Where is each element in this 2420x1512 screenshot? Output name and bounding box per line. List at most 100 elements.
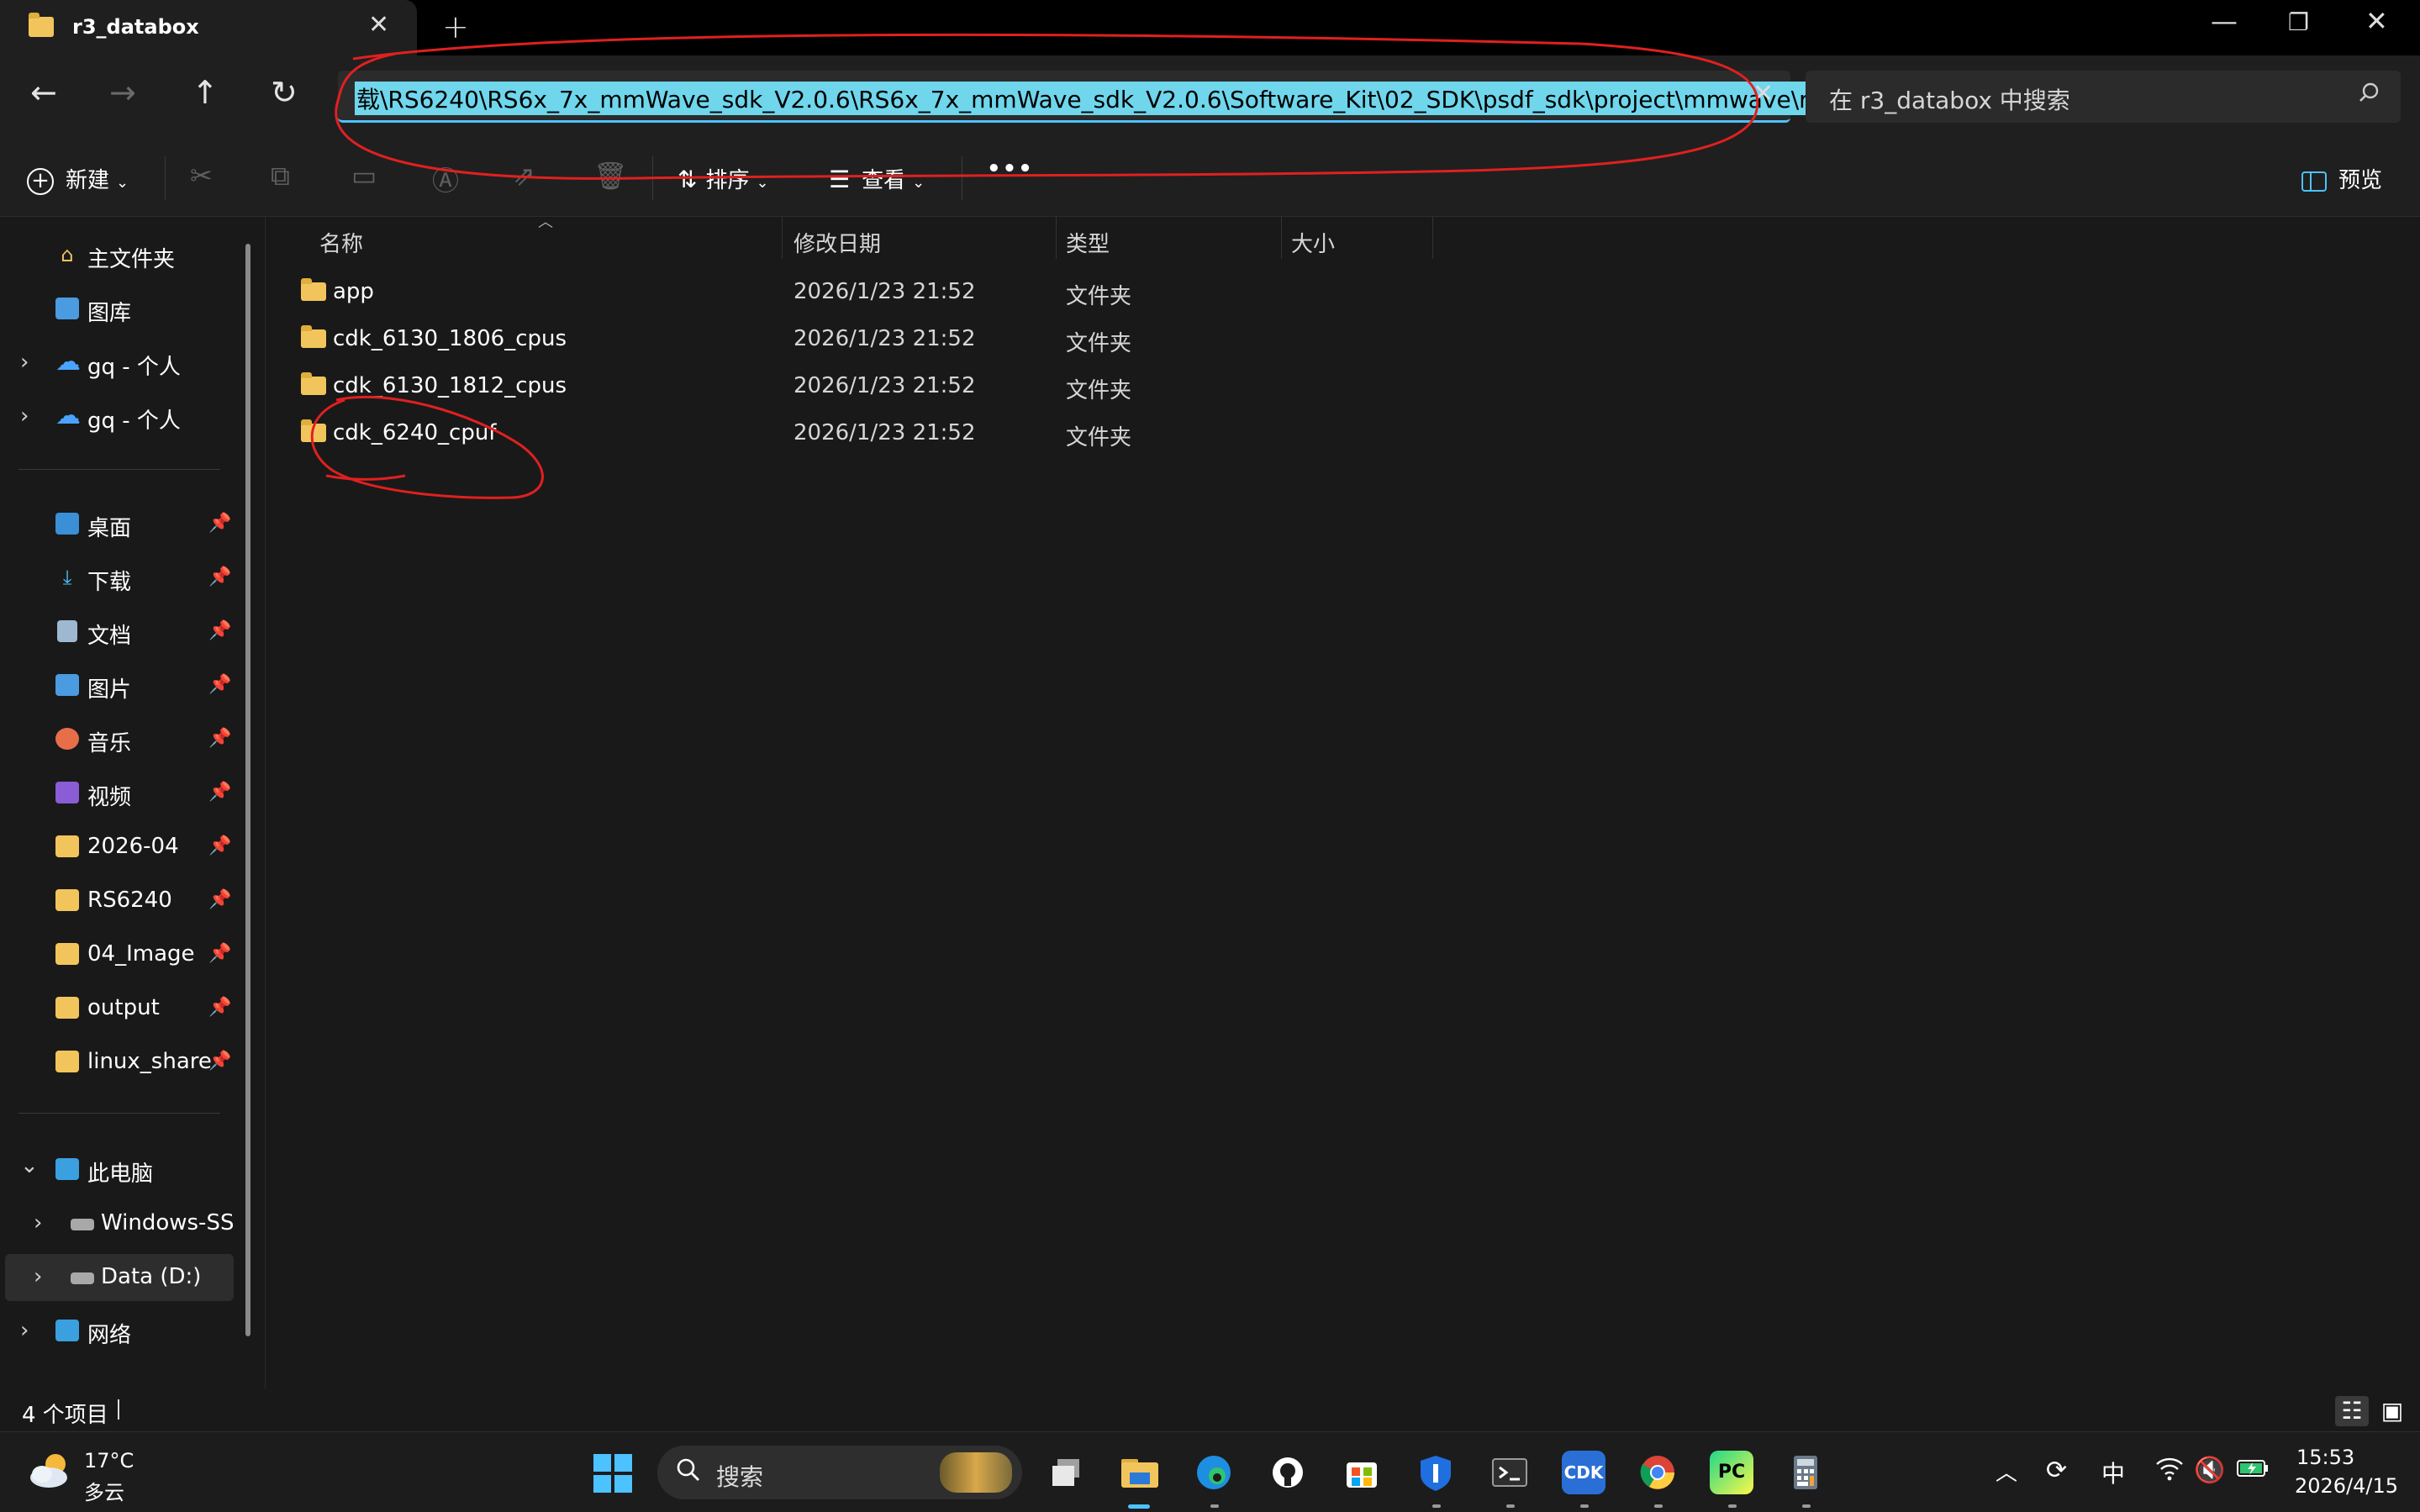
battery-charging-icon[interactable] bbox=[2236, 1456, 2270, 1486]
sidebar-item-videos[interactable]: 视频 📌 bbox=[0, 770, 244, 817]
tab-r3-databox[interactable]: r3_databox ✕ bbox=[0, 0, 417, 55]
paste-icon[interactable]: ▭ bbox=[351, 160, 377, 192]
column-divider[interactable] bbox=[1056, 217, 1057, 259]
chevron-right-icon[interactable]: › bbox=[20, 350, 29, 375]
table-row[interactable]: cdk_6130_1806_cpus 2026/1/23 21:52 文件夹 bbox=[267, 316, 1444, 363]
sort-button[interactable]: ⇅ 排序 ⌄ bbox=[677, 163, 769, 194]
maximize-button[interactable]: ❐ bbox=[2288, 8, 2309, 36]
delete-icon[interactable]: 🗑 bbox=[593, 160, 628, 192]
sidebar-item-music[interactable]: 音乐 📌 bbox=[0, 716, 244, 763]
sidebar-item-onedrive-1[interactable]: › ☁ gq - 个人 bbox=[0, 340, 244, 387]
security-app-icon[interactable] bbox=[1414, 1451, 1458, 1494]
column-header-size[interactable]: 大小 bbox=[1291, 227, 1335, 258]
minimize-button[interactable]: — bbox=[2211, 5, 2238, 37]
sidebar-item-windows-ssd[interactable]: › Windows-SSD bbox=[0, 1200, 244, 1247]
chevron-right-icon[interactable]: › bbox=[20, 403, 29, 429]
calculator-icon[interactable] bbox=[1784, 1451, 1827, 1494]
pycharm-icon[interactable]: PC bbox=[1710, 1451, 1753, 1494]
sidebar-item-gallery[interactable]: 图库 bbox=[0, 286, 244, 333]
sidebar-item-this-pc[interactable]: ⌄ 此电脑 bbox=[0, 1146, 244, 1193]
sidebar-item-home[interactable]: ⌂ 主文件夹 bbox=[0, 232, 244, 279]
file-explorer-icon[interactable] bbox=[1118, 1451, 1162, 1494]
sidebar-item-linux-share[interactable]: linux_share 📌 bbox=[0, 1039, 244, 1086]
chrome-browser-icon[interactable] bbox=[1636, 1451, 1679, 1494]
sidebar-item-desktop[interactable]: 桌面 📌 bbox=[0, 501, 244, 548]
sidebar-item-rs6240[interactable]: RS6240 📌 bbox=[0, 877, 244, 925]
column-header-date[interactable]: 修改日期 bbox=[793, 227, 881, 258]
sidebar-scrollbar[interactable] bbox=[245, 244, 250, 1336]
address-bar[interactable]: 载\RS6240\RS6x_7x_mmWave_sdk_V2.0.6\RS6x_… bbox=[338, 71, 1933, 123]
sidebar-item-documents[interactable]: 文档 📌 bbox=[0, 608, 244, 656]
cdk-app-icon[interactable]: CDK bbox=[1562, 1451, 1605, 1494]
file-type: 文件夹 bbox=[1066, 331, 1132, 356]
edge-browser-icon[interactable] bbox=[1192, 1451, 1236, 1494]
sync-icon[interactable]: ⟳ bbox=[2046, 1456, 2067, 1485]
github-icon[interactable] bbox=[1266, 1451, 1310, 1494]
share-icon[interactable]: ⇗ bbox=[513, 160, 535, 192]
sidebar-item-data-d[interactable]: › Data (D:) bbox=[5, 1254, 234, 1301]
weather-cloudy-icon[interactable] bbox=[27, 1451, 74, 1491]
sidebar-item-pictures[interactable]: 图片 📌 bbox=[0, 662, 244, 709]
rename-icon[interactable]: Ⓐ bbox=[432, 160, 459, 198]
sidebar-item-network[interactable]: › 网络 bbox=[0, 1308, 244, 1355]
new-tab-button[interactable]: + bbox=[442, 8, 469, 45]
view-button[interactable]: ☰ 查看 ⌄ bbox=[829, 163, 925, 194]
folder-icon bbox=[301, 419, 326, 442]
sidebar-item-label: 图片 bbox=[87, 677, 132, 703]
sidebar-item-04-image[interactable]: 04_Image 📌 bbox=[0, 931, 244, 978]
column-header-name[interactable]: 名称 bbox=[319, 227, 363, 258]
task-view-icon[interactable] bbox=[1046, 1451, 1089, 1494]
column-divider[interactable] bbox=[1432, 217, 1433, 259]
file-name: cdk_6130_1806_cpus bbox=[333, 326, 567, 351]
folder-icon bbox=[55, 889, 79, 911]
sidebar-item-downloads[interactable]: ⤓ 下载 📌 bbox=[0, 555, 244, 602]
chevron-right-icon[interactable]: › bbox=[20, 1318, 29, 1343]
tab-close-icon[interactable]: ✕ bbox=[368, 10, 389, 40]
terminal-icon[interactable] bbox=[1488, 1451, 1532, 1494]
preview-button[interactable]: 预览 bbox=[2301, 163, 2382, 194]
forward-button[interactable]: → bbox=[109, 74, 136, 111]
chevron-right-icon[interactable]: › bbox=[34, 1264, 42, 1289]
sidebar-item-onedrive-2[interactable]: › ☁ gq - 个人 bbox=[0, 393, 244, 440]
search-input[interactable]: 在 r3_databox 中搜索 bbox=[1806, 71, 2401, 123]
new-button[interactable]: + 新建 ⌄ bbox=[27, 163, 129, 195]
cut-icon[interactable]: ✂ bbox=[190, 160, 213, 192]
sort-icon: ⇅ bbox=[677, 166, 698, 193]
sidebar-item-2026-04[interactable]: 2026-04 📌 bbox=[0, 824, 244, 871]
search-icon bbox=[2359, 81, 2380, 110]
back-button[interactable]: ← bbox=[30, 74, 57, 111]
volume-muted-icon[interactable]: 🔇 bbox=[2194, 1456, 2225, 1485]
copy-icon[interactable]: ⧉ bbox=[271, 160, 290, 192]
table-row[interactable]: app 2026/1/23 21:52 文件夹 bbox=[267, 269, 1444, 316]
address-clear-icon[interactable]: ✕ bbox=[1753, 79, 1774, 108]
table-row[interactable]: cdk_6240_cpuf 2026/1/23 21:52 文件夹 bbox=[267, 410, 1444, 457]
large-icons-view-icon[interactable]: ▣ bbox=[2375, 1396, 2409, 1426]
clock-date[interactable]: 2026/4/15 bbox=[2295, 1474, 2398, 1498]
chevron-up-icon[interactable]: ︿ bbox=[1996, 1456, 2017, 1487]
chevron-right-icon[interactable]: › bbox=[34, 1210, 42, 1235]
refresh-button[interactable]: ↻ bbox=[271, 74, 298, 111]
column-header-type[interactable]: 类型 bbox=[1066, 227, 1110, 258]
details-view-icon[interactable]: ☷ bbox=[2335, 1396, 2369, 1426]
pictures-icon bbox=[55, 674, 79, 696]
address-input[interactable]: 载\RS6240\RS6x_7x_mmWave_sdk_V2.0.6\RS6x_… bbox=[355, 82, 1933, 115]
running-app-indicator bbox=[1210, 1504, 1219, 1508]
weather-description[interactable]: 多云 bbox=[84, 1476, 124, 1505]
clock-time[interactable]: 15:53 bbox=[2296, 1446, 2354, 1469]
sidebar-item-output[interactable]: output 📌 bbox=[0, 985, 244, 1032]
folder-icon bbox=[55, 1051, 79, 1072]
weather-temperature[interactable]: 17°C bbox=[84, 1449, 134, 1472]
more-options-icon[interactable]: ••• bbox=[987, 156, 1034, 182]
column-divider[interactable] bbox=[1281, 217, 1282, 259]
wifi-icon[interactable] bbox=[2155, 1456, 2184, 1488]
sidebar-item-label: 下载 bbox=[87, 570, 132, 595]
start-button[interactable] bbox=[593, 1454, 632, 1493]
microsoft-store-icon[interactable] bbox=[1340, 1451, 1384, 1494]
up-button[interactable]: ↑ bbox=[192, 74, 219, 111]
table-row[interactable]: cdk_6130_1812_cpus 2026/1/23 21:52 文件夹 bbox=[267, 363, 1444, 410]
chevron-down-icon[interactable]: ⌄ bbox=[20, 1153, 39, 1178]
ime-indicator[interactable]: 中 bbox=[2101, 1456, 2125, 1489]
close-button[interactable]: ✕ bbox=[2365, 5, 2388, 37]
taskbar-search[interactable]: 搜索 bbox=[657, 1446, 1022, 1499]
column-divider[interactable] bbox=[782, 217, 783, 259]
